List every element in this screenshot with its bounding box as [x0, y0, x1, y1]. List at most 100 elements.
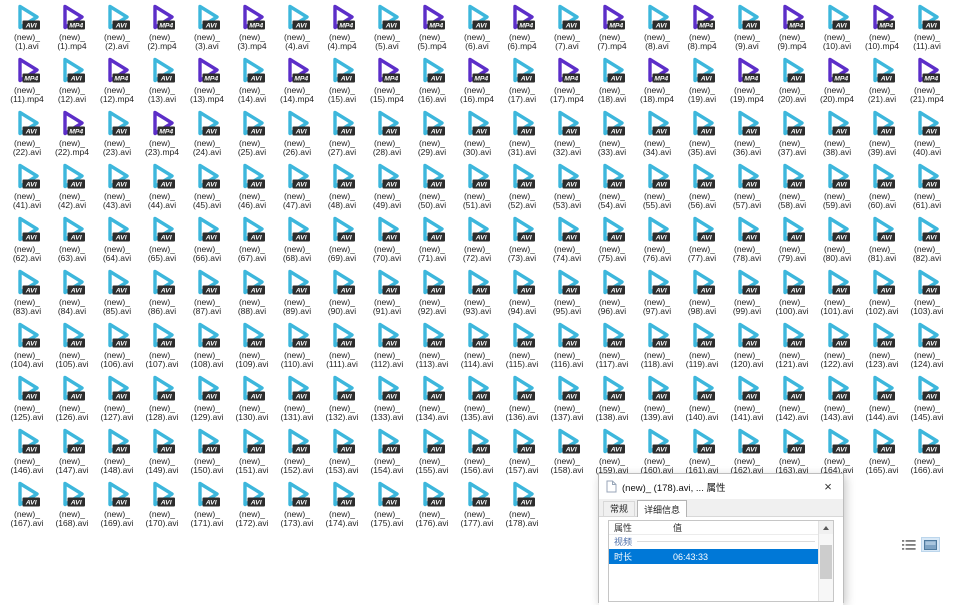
file-item[interactable]: AVI(new)_(64).avi: [95, 216, 139, 268]
file-item[interactable]: AVI(new)_(116).avi: [545, 322, 589, 374]
file-item[interactable]: MP4(new)_(17).mp4: [545, 57, 589, 109]
file-item[interactable]: AVI(new)_(53).avi: [545, 163, 589, 215]
file-item[interactable]: AVI(new)_(82).avi: [905, 216, 949, 268]
file-item[interactable]: AVI(new)_(101).avi: [815, 269, 859, 321]
file-item[interactable]: AVI(new)_(54).avi: [590, 163, 634, 215]
file-item[interactable]: AVI(new)_(167).avi: [5, 481, 49, 533]
file-item[interactable]: AVI(new)_(88).avi: [230, 269, 274, 321]
file-item[interactable]: AVI(new)_(150).avi: [185, 428, 229, 480]
file-item[interactable]: AVI(new)_(141).avi: [725, 375, 769, 427]
file-item[interactable]: AVI(new)_(113).avi: [410, 322, 454, 374]
file-item[interactable]: AVI(new)_(36).avi: [725, 110, 769, 162]
file-item[interactable]: AVI(new)_(52).avi: [500, 163, 544, 215]
file-item[interactable]: AVI(new)_(129).avi: [185, 375, 229, 427]
scroll-up-button[interactable]: [819, 521, 833, 534]
file-item[interactable]: AVI(new)_(32).avi: [545, 110, 589, 162]
file-item[interactable]: AVI(new)_(172).avi: [230, 481, 274, 533]
file-item[interactable]: AVI(new)_(122).avi: [815, 322, 859, 374]
scrollbar-thumb[interactable]: [820, 545, 832, 579]
file-item[interactable]: AVI(new)_(12).avi: [50, 57, 94, 109]
file-item[interactable]: AVI(new)_(100).avi: [770, 269, 814, 321]
file-item[interactable]: AVI(new)_(37).avi: [770, 110, 814, 162]
file-item[interactable]: AVI(new)_(46).avi: [230, 163, 274, 215]
file-item[interactable]: AVI(new)_(119).avi: [680, 322, 724, 374]
file-item[interactable]: AVI(new)_(55).avi: [635, 163, 679, 215]
file-item[interactable]: AVI(new)_(79).avi: [770, 216, 814, 268]
file-item[interactable]: AVI(new)_(95).avi: [545, 269, 589, 321]
file-item[interactable]: AVI(new)_(65).avi: [140, 216, 184, 268]
file-item[interactable]: AVI(new)_(70).avi: [365, 216, 409, 268]
file-item[interactable]: AVI(new)_(45).avi: [185, 163, 229, 215]
file-item[interactable]: AVI(new)_(108).avi: [185, 322, 229, 374]
file-item[interactable]: MP4(new)_(7).mp4: [590, 4, 634, 56]
file-item[interactable]: AVI(new)_(28).avi: [365, 110, 409, 162]
file-item[interactable]: AVI(new)_(72).avi: [455, 216, 499, 268]
file-item[interactable]: AVI(new)_(26).avi: [275, 110, 319, 162]
file-item[interactable]: AVI(new)_(21).avi: [860, 57, 904, 109]
value-column-header[interactable]: 值: [673, 521, 819, 534]
file-item[interactable]: MP4(new)_(3).mp4: [230, 4, 274, 56]
file-item[interactable]: AVI(new)_(58).avi: [770, 163, 814, 215]
file-item[interactable]: AVI(new)_(78).avi: [725, 216, 769, 268]
file-item[interactable]: AVI(new)_(57).avi: [725, 163, 769, 215]
file-item[interactable]: AVI(new)_(87).avi: [185, 269, 229, 321]
file-item[interactable]: AVI(new)_(151).avi: [230, 428, 274, 480]
file-item[interactable]: AVI(new)_(84).avi: [50, 269, 94, 321]
file-item[interactable]: AVI(new)_(29).avi: [410, 110, 454, 162]
file-item[interactable]: MP4(new)_(20).mp4: [815, 57, 859, 109]
file-item[interactable]: AVI(new)_(146).avi: [5, 428, 49, 480]
file-item[interactable]: AVI(new)_(94).avi: [500, 269, 544, 321]
file-item[interactable]: AVI(new)_(74).avi: [545, 216, 589, 268]
file-item[interactable]: AVI(new)_(123).avi: [860, 322, 904, 374]
file-item[interactable]: AVI(new)_(93).avi: [455, 269, 499, 321]
file-item[interactable]: AVI(new)_(139).avi: [635, 375, 679, 427]
file-item[interactable]: AVI(new)_(148).avi: [95, 428, 139, 480]
file-item[interactable]: AVI(new)_(103).avi: [905, 269, 949, 321]
file-item[interactable]: AVI(new)_(166).avi: [905, 428, 949, 480]
scrollbar[interactable]: [818, 521, 833, 601]
file-item[interactable]: AVI(new)_(138).avi: [590, 375, 634, 427]
file-item[interactable]: AVI(new)_(15).avi: [320, 57, 364, 109]
file-item[interactable]: MP4(new)_(15).mp4: [365, 57, 409, 109]
file-item[interactable]: AVI(new)_(56).avi: [680, 163, 724, 215]
file-item[interactable]: AVI(new)_(16).avi: [410, 57, 454, 109]
file-item[interactable]: AVI(new)_(49).avi: [365, 163, 409, 215]
file-item[interactable]: AVI(new)_(153).avi: [320, 428, 364, 480]
close-icon[interactable]: ×: [813, 474, 843, 499]
file-item[interactable]: AVI(new)_(35).avi: [680, 110, 724, 162]
file-item[interactable]: AVI(new)_(107).avi: [140, 322, 184, 374]
file-item[interactable]: AVI(new)_(147).avi: [50, 428, 94, 480]
file-item[interactable]: AVI(new)_(98).avi: [680, 269, 724, 321]
file-item[interactable]: MP4(new)_(14).mp4: [275, 57, 319, 109]
file-item[interactable]: AVI(new)_(125).avi: [5, 375, 49, 427]
file-item[interactable]: AVI(new)_(121).avi: [770, 322, 814, 374]
file-item[interactable]: AVI(new)_(110).avi: [275, 322, 319, 374]
file-item[interactable]: AVI(new)_(105).avi: [50, 322, 94, 374]
file-item[interactable]: MP4(new)_(13).mp4: [185, 57, 229, 109]
file-item[interactable]: AVI(new)_(136).avi: [500, 375, 544, 427]
file-item[interactable]: AVI(new)_(63).avi: [50, 216, 94, 268]
file-item[interactable]: AVI(new)_(171).avi: [185, 481, 229, 533]
file-item[interactable]: MP4(new)_(10).mp4: [860, 4, 904, 56]
file-item[interactable]: MP4(new)_(18).mp4: [635, 57, 679, 109]
file-item[interactable]: AVI(new)_(1).avi: [5, 4, 49, 56]
file-item[interactable]: AVI(new)_(66).avi: [185, 216, 229, 268]
file-item[interactable]: MP4(new)_(9).mp4: [770, 4, 814, 56]
file-item[interactable]: AVI(new)_(176).avi: [410, 481, 454, 533]
file-item[interactable]: AVI(new)_(154).avi: [365, 428, 409, 480]
file-item[interactable]: AVI(new)_(4).avi: [275, 4, 319, 56]
file-item[interactable]: AVI(new)_(143).avi: [815, 375, 859, 427]
file-item[interactable]: AVI(new)_(71).avi: [410, 216, 454, 268]
file-item[interactable]: MP4(new)_(4).mp4: [320, 4, 364, 56]
file-item[interactable]: AVI(new)_(67).avi: [230, 216, 274, 268]
file-item[interactable]: AVI(new)_(134).avi: [410, 375, 454, 427]
file-item[interactable]: AVI(new)_(34).avi: [635, 110, 679, 162]
file-item[interactable]: MP4(new)_(23).mp4: [140, 110, 184, 162]
file-item[interactable]: AVI(new)_(144).avi: [860, 375, 904, 427]
file-item[interactable]: AVI(new)_(142).avi: [770, 375, 814, 427]
tab-general[interactable]: 常规: [603, 501, 635, 516]
file-item[interactable]: AVI(new)_(165).avi: [860, 428, 904, 480]
file-item[interactable]: AVI(new)_(156).avi: [455, 428, 499, 480]
file-item[interactable]: MP4(new)_(2).mp4: [140, 4, 184, 56]
file-item[interactable]: MP4(new)_(19).mp4: [725, 57, 769, 109]
